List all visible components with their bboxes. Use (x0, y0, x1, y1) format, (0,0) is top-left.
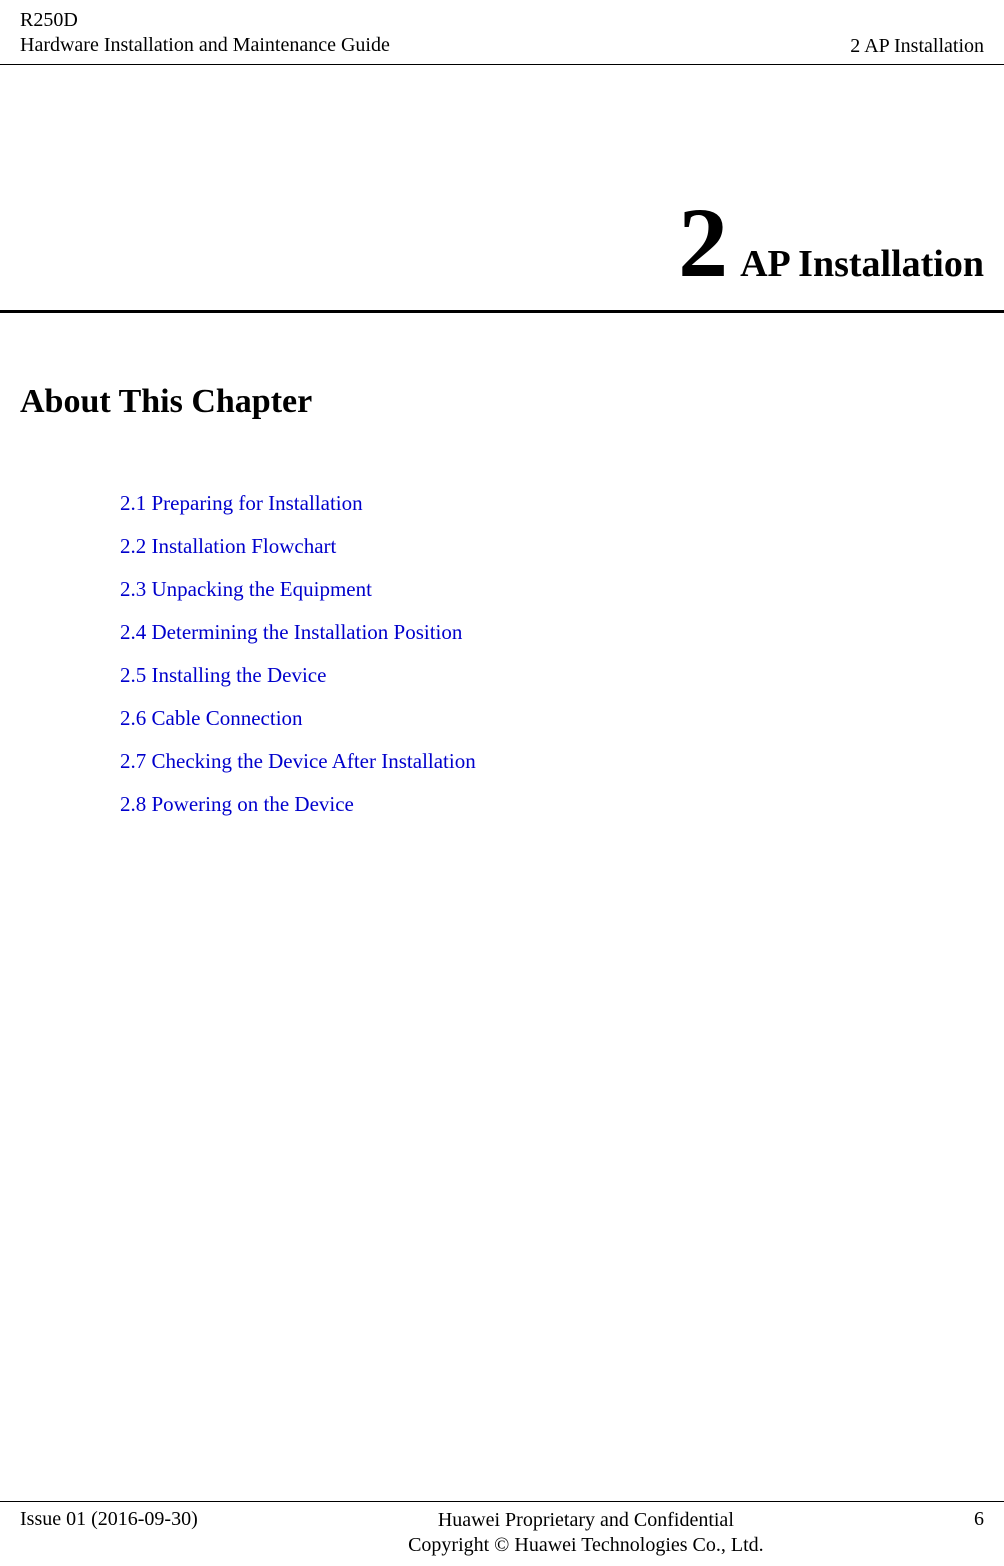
page-header: R250D Hardware Installation and Maintena… (0, 0, 1004, 65)
footer-confidential-1: Huawei Proprietary and Confidential (408, 1508, 764, 1533)
toc-link-2-2[interactable]: 2.2 Installation Flowchart (120, 534, 984, 559)
toc-list: 2.1 Preparing for Installation 2.2 Insta… (0, 431, 1004, 817)
page-footer: Issue 01 (2016-09-30) Huawei Proprietary… (0, 1501, 1004, 1558)
footer-page-number: 6 (974, 1508, 984, 1531)
header-left: R250D Hardware Installation and Maintena… (20, 8, 390, 58)
toc-link-2-4[interactable]: 2.4 Determining the Installation Positio… (120, 620, 984, 645)
chapter-title-block: 2 AP Installation (0, 65, 1004, 313)
toc-link-2-1[interactable]: 2.1 Preparing for Installation (120, 491, 984, 516)
header-section: 2 AP Installation (850, 35, 984, 58)
toc-link-2-3[interactable]: 2.3 Unpacking the Equipment (120, 577, 984, 602)
about-this-chapter-heading: About This Chapter (0, 313, 1004, 431)
footer-issue: Issue 01 (2016-09-30) (20, 1508, 198, 1531)
footer-confidential-2: Copyright © Huawei Technologies Co., Ltd… (408, 1533, 764, 1558)
toc-link-2-8[interactable]: 2.8 Powering on the Device (120, 792, 984, 817)
header-product: R250D (20, 8, 390, 33)
chapter-name: AP Installation (740, 243, 984, 285)
toc-link-2-6[interactable]: 2.6 Cable Connection (120, 706, 984, 731)
chapter-number: 2 (678, 187, 728, 298)
footer-center: Huawei Proprietary and Confidential Copy… (408, 1508, 764, 1558)
toc-link-2-7[interactable]: 2.7 Checking the Device After Installati… (120, 749, 984, 774)
toc-link-2-5[interactable]: 2.5 Installing the Device (120, 663, 984, 688)
header-doc-title: Hardware Installation and Maintenance Gu… (20, 33, 390, 58)
